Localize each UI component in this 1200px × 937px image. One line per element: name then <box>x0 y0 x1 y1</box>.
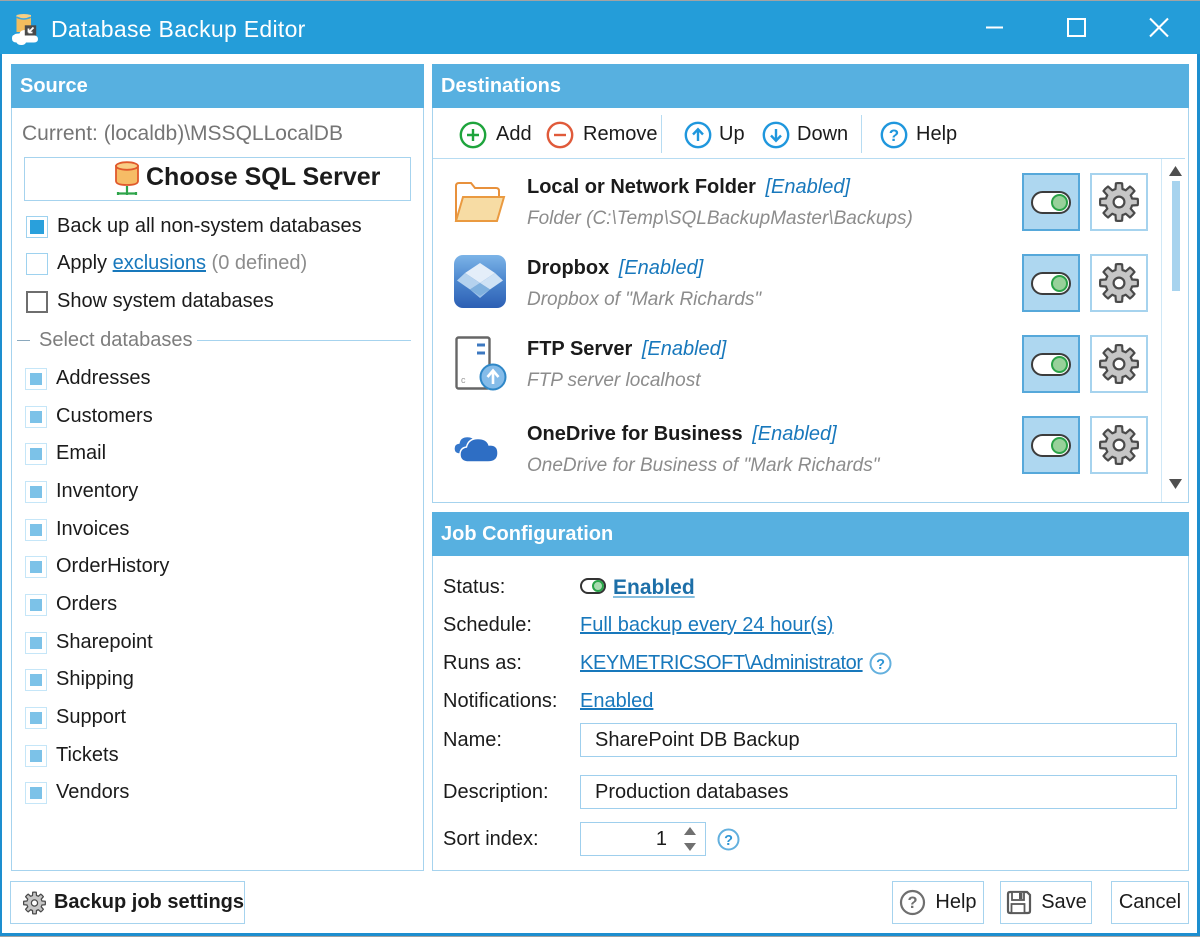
svg-text:?: ? <box>876 657 885 673</box>
svg-text:?: ? <box>908 894 918 912</box>
svg-text:?: ? <box>724 833 733 849</box>
svg-text:c: c <box>461 375 466 385</box>
svg-text:?: ? <box>889 126 899 145</box>
